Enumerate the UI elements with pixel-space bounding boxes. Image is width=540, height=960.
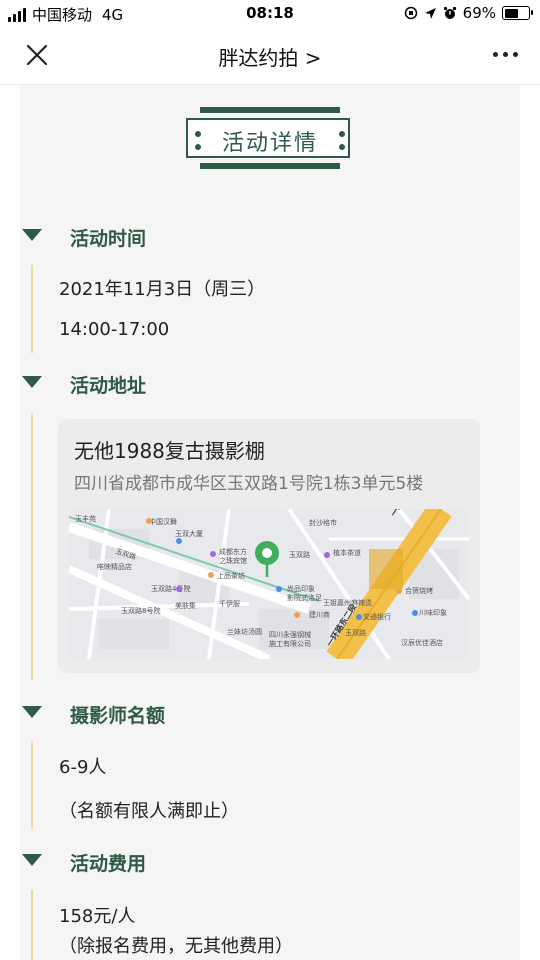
- map-label: 四川永强钢械: [269, 630, 311, 639]
- map-label: 玉双大厦: [175, 529, 203, 538]
- map-label: 唯映精品店: [97, 562, 132, 571]
- battery-icon: [502, 6, 533, 20]
- fee-price: 158元/人: [59, 906, 136, 927]
- place-address: 四川省成都市成华区玉双路1号院1栋3单元5楼: [74, 474, 424, 494]
- place-name: 无他1988复古摄影棚: [74, 439, 265, 463]
- map-label: 美肤集: [175, 601, 196, 610]
- section-fee-title: 活动费用: [70, 853, 147, 875]
- triangle-icon: [22, 854, 42, 866]
- alarm-icon: [443, 6, 456, 19]
- map-label: 交通银行: [363, 612, 391, 621]
- map-label: 之珠宾馆: [219, 556, 247, 565]
- map-label: 玉双路: [289, 550, 310, 559]
- map-label: 中国汉舞: [149, 517, 177, 526]
- map-label: 上品茶坊: [217, 571, 245, 580]
- nav-title[interactable]: 胖达约拍 >: [0, 42, 540, 71]
- fee-note: （除报名费用，无其他费用）: [59, 936, 293, 957]
- address-card[interactable]: 无他1988复古摄影棚 四川省成都市成华区玉双路1号院1栋3单元5楼 玉丰苑 中…: [58, 419, 480, 673]
- battery-fill: [504, 8, 519, 18]
- map-label: 合贺烧烤: [405, 586, 433, 595]
- map-label: 封沙格市: [309, 518, 337, 527]
- more-icon[interactable]: [493, 52, 518, 57]
- map-label: 川味印象: [419, 608, 447, 617]
- section-fee-header: [20, 854, 42, 866]
- map-label: 成都东方: [219, 547, 247, 556]
- activity-hours: 14:00-17:00: [59, 319, 170, 340]
- badge-title: 活动详情: [221, 131, 318, 156]
- detail-badge: 活动详情: [186, 107, 354, 171]
- map-label: 建川商: [309, 610, 330, 619]
- quota-count: 6-9人: [59, 757, 107, 778]
- triangle-icon: [22, 706, 42, 718]
- timeline-line: [31, 890, 33, 960]
- location-icon: [424, 7, 436, 19]
- timeline-line: [31, 741, 33, 829]
- status-right: 69%: [404, 4, 533, 22]
- triangle-icon: [22, 376, 42, 388]
- map-label: 施工有限公司: [269, 639, 311, 648]
- nav-bar: 胖达约拍 >: [0, 28, 540, 85]
- map-label: 玉双路: [345, 628, 366, 637]
- activity-detail-card: 活动详情 活动时间 2021年11月3日（周三） 14:00-17:00 活动地…: [20, 85, 520, 960]
- section-quota-header: [20, 706, 42, 718]
- map-label: 汉辰优佳酒店: [401, 638, 443, 647]
- battery-percent: 69%: [462, 4, 496, 22]
- map-canvas: 玉丰苑 中国汉舞 玉双大厦 成都东方 之珠宾馆 玉双路 上品茶坊 唯映精品店 玉…: [69, 509, 469, 659]
- map-label: 玉双路8号院: [121, 606, 160, 615]
- map-label: 玉丰苑: [75, 514, 96, 523]
- map-label: 兰妹坊汤圆: [227, 627, 262, 636]
- map-label: 玉双路4号院: [151, 584, 190, 593]
- section-quota-title: 摄影师名额: [70, 705, 166, 727]
- map-label: 影院式洛足: [287, 593, 322, 602]
- map-label: 千伊服: [219, 599, 240, 608]
- map-label: 植本茶道: [333, 548, 361, 557]
- activity-date: 2021年11月3日（周三）: [59, 279, 266, 300]
- section-time-title: 活动时间: [70, 228, 147, 250]
- orientation-lock-icon: [404, 6, 417, 20]
- map-label: 尚品印象: [287, 584, 315, 593]
- location-map[interactable]: 玉丰苑 中国汉舞 玉双大厦 成都东方 之珠宾馆 玉双路 上品茶坊 唯映精品店 玉…: [69, 509, 469, 659]
- timeline-line: [31, 265, 33, 353]
- triangle-icon: [22, 229, 42, 241]
- status-bar: 中国移动 4G 08:18 69%: [0, 0, 540, 28]
- timeline-line: [31, 413, 33, 680]
- quota-note: （名额有限人满即止）: [59, 801, 239, 822]
- section-address-title: 活动地址: [70, 375, 147, 397]
- section-address-header: [20, 376, 42, 388]
- section-time-header: [20, 229, 42, 241]
